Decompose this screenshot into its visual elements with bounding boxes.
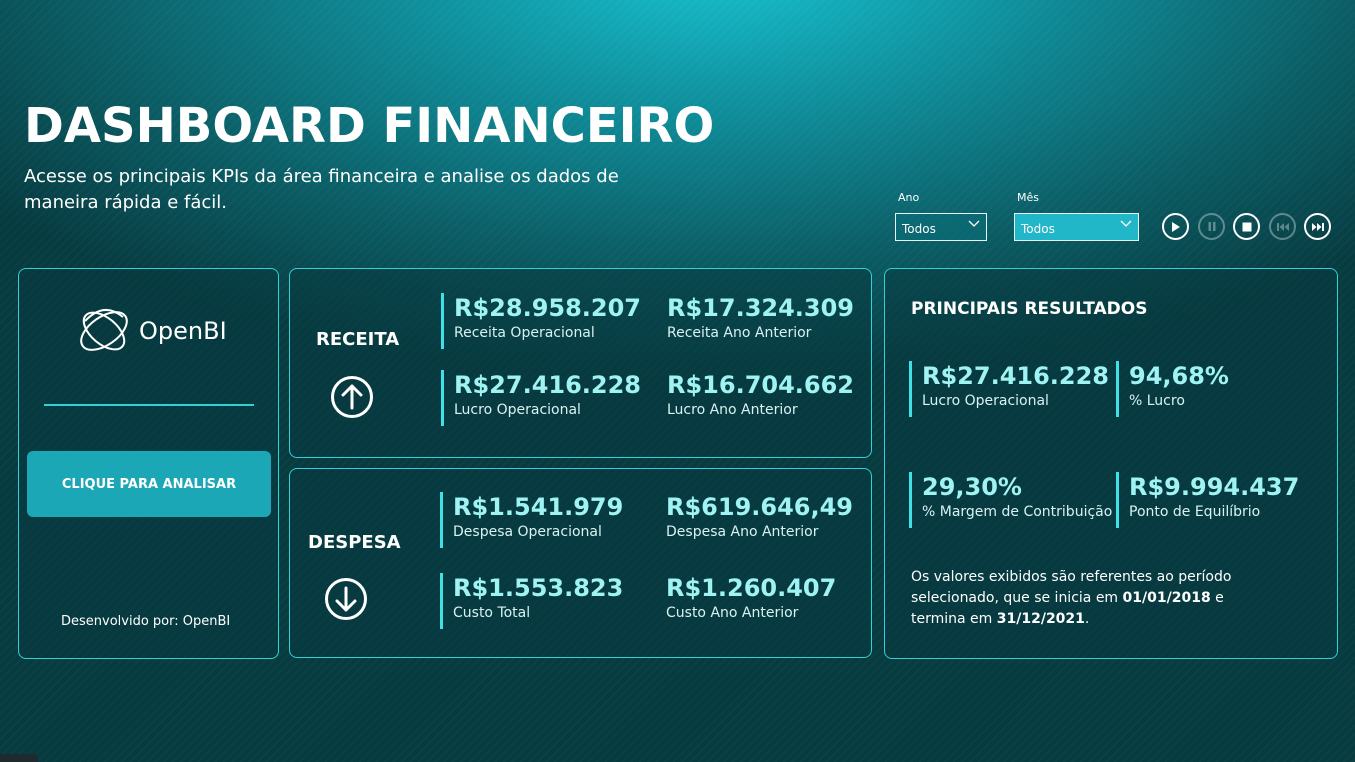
resultados-title: PRINCIPAIS RESULTADOS <box>911 299 1148 319</box>
kpi-value: R$16.704.662 <box>667 371 855 399</box>
kpi-despesa-ano-anterior: R$619.646,49 Despesa Ano Anterior <box>666 492 853 542</box>
chevron-down-icon <box>968 220 980 240</box>
kpi-label: Despesa Ano Anterior <box>666 524 819 540</box>
divider <box>44 404 254 406</box>
kpi-value: 94,68% <box>1129 362 1229 390</box>
kpi-label: Ponto de Equilíbrio <box>1129 504 1261 520</box>
kpi-despesa-operacional: R$1.541.979 Despesa Operacional <box>440 492 623 548</box>
pause-icon[interactable] <box>1198 213 1225 240</box>
kpi-result-lucro-operacional: R$27.416.228 Lucro Operacional <box>909 361 1109 417</box>
kpi-value: R$1.541.979 <box>453 493 624 521</box>
kpi-value: R$1.260.407 <box>666 574 837 602</box>
filter-mes-value: Todos <box>1021 222 1055 236</box>
openbi-logo-icon <box>80 309 128 351</box>
kpi-value: 29,30% <box>922 473 1022 501</box>
filter-mes-dropdown[interactable]: Todos <box>1014 213 1139 241</box>
kpi-custo-total: R$1.553.823 Custo Total <box>440 573 623 629</box>
kpi-label: Lucro Ano Anterior <box>667 402 798 418</box>
kpi-label: Lucro Operacional <box>454 402 581 418</box>
despesa-label: DESPESA <box>308 532 401 553</box>
resultados-panel: PRINCIPAIS RESULTADOS R$27.416.228 Lucro… <box>884 268 1338 659</box>
page-subtitle: Acesse os principais KPIs da área financ… <box>24 166 619 213</box>
stop-icon[interactable] <box>1233 213 1260 240</box>
kpi-label: % Lucro <box>1129 393 1185 409</box>
kpi-label: Despesa Operacional <box>453 524 602 540</box>
kpi-receita-ano-anterior: R$17.324.309 Receita Ano Anterior <box>667 293 854 343</box>
receita-panel: RECEITA R$28.958.207 Receita Operacional… <box>289 268 872 458</box>
period-note: Os valores exibidos são referentes ao pe… <box>911 567 1241 630</box>
kpi-lucro-operacional: R$27.416.228 Lucro Operacional <box>441 370 641 426</box>
kpi-value: R$27.416.228 <box>922 362 1110 390</box>
kpi-label: Receita Ano Anterior <box>667 325 812 341</box>
kpi-value: R$619.646,49 <box>666 493 854 521</box>
developer-credit: Desenvolvido por: OpenBI <box>61 614 231 629</box>
kpi-lucro-ano-anterior: R$16.704.662 Lucro Ano Anterior <box>667 370 854 420</box>
page-title: DASHBOARD FINANCEIRO <box>24 98 715 154</box>
despesa-panel: DESPESA R$1.541.979 Despesa Operacional … <box>289 468 872 658</box>
previous-icon[interactable] <box>1269 213 1296 240</box>
receita-label: RECEITA <box>316 329 400 350</box>
filter-ano-value: Todos <box>902 222 936 236</box>
corner-tab <box>0 754 38 762</box>
period-start-date: 01/01/2018 <box>1122 590 1211 606</box>
kpi-value: R$1.553.823 <box>453 574 624 602</box>
filter-mes-label: Mês <box>1017 191 1039 204</box>
kpi-label: Receita Operacional <box>454 325 595 341</box>
kpi-label: Custo Total <box>453 605 531 621</box>
arrow-up-icon <box>330 375 374 423</box>
brand-logo-text: OpenBI <box>139 317 227 345</box>
kpi-value: R$17.324.309 <box>667 294 855 322</box>
brand-panel: OpenBI CLIQUE PARA ANALISAR Desenvolvido… <box>18 268 279 659</box>
period-note-text: . <box>1084 611 1090 627</box>
kpi-label: Custo Ano Anterior <box>666 605 799 621</box>
brand-logo: OpenBI <box>75 299 227 363</box>
kpi-receita-operacional: R$28.958.207 Receita Operacional <box>441 293 641 349</box>
kpi-value: R$28.958.207 <box>454 294 642 322</box>
kpi-value: R$9.994.437 <box>1129 473 1300 501</box>
next-icon[interactable] <box>1304 213 1331 240</box>
kpi-custo-ano-anterior: R$1.260.407 Custo Ano Anterior <box>666 573 836 623</box>
kpi-label: Lucro Operacional <box>922 393 1049 409</box>
kpi-label: % Margem de Contribuição <box>922 504 1113 520</box>
filter-ano-dropdown[interactable]: Todos <box>895 213 987 241</box>
kpi-result-margem-contribuicao: 29,30% % Margem de Contribuição <box>909 472 1112 528</box>
kpi-result-ponto-equilibrio: R$9.994.437 Ponto de Equilíbrio <box>1116 472 1299 528</box>
arrow-down-icon <box>324 577 368 625</box>
period-end-date: 31/12/2021 <box>996 611 1085 627</box>
play-icon[interactable] <box>1162 213 1189 240</box>
kpi-result-percent-lucro: 94,68% % Lucro <box>1116 361 1229 417</box>
filter-ano-label: Ano <box>898 191 920 204</box>
analyze-button[interactable]: CLIQUE PARA ANALISAR <box>27 451 271 517</box>
chevron-down-icon <box>1120 220 1132 240</box>
kpi-value: R$27.416.228 <box>454 371 642 399</box>
